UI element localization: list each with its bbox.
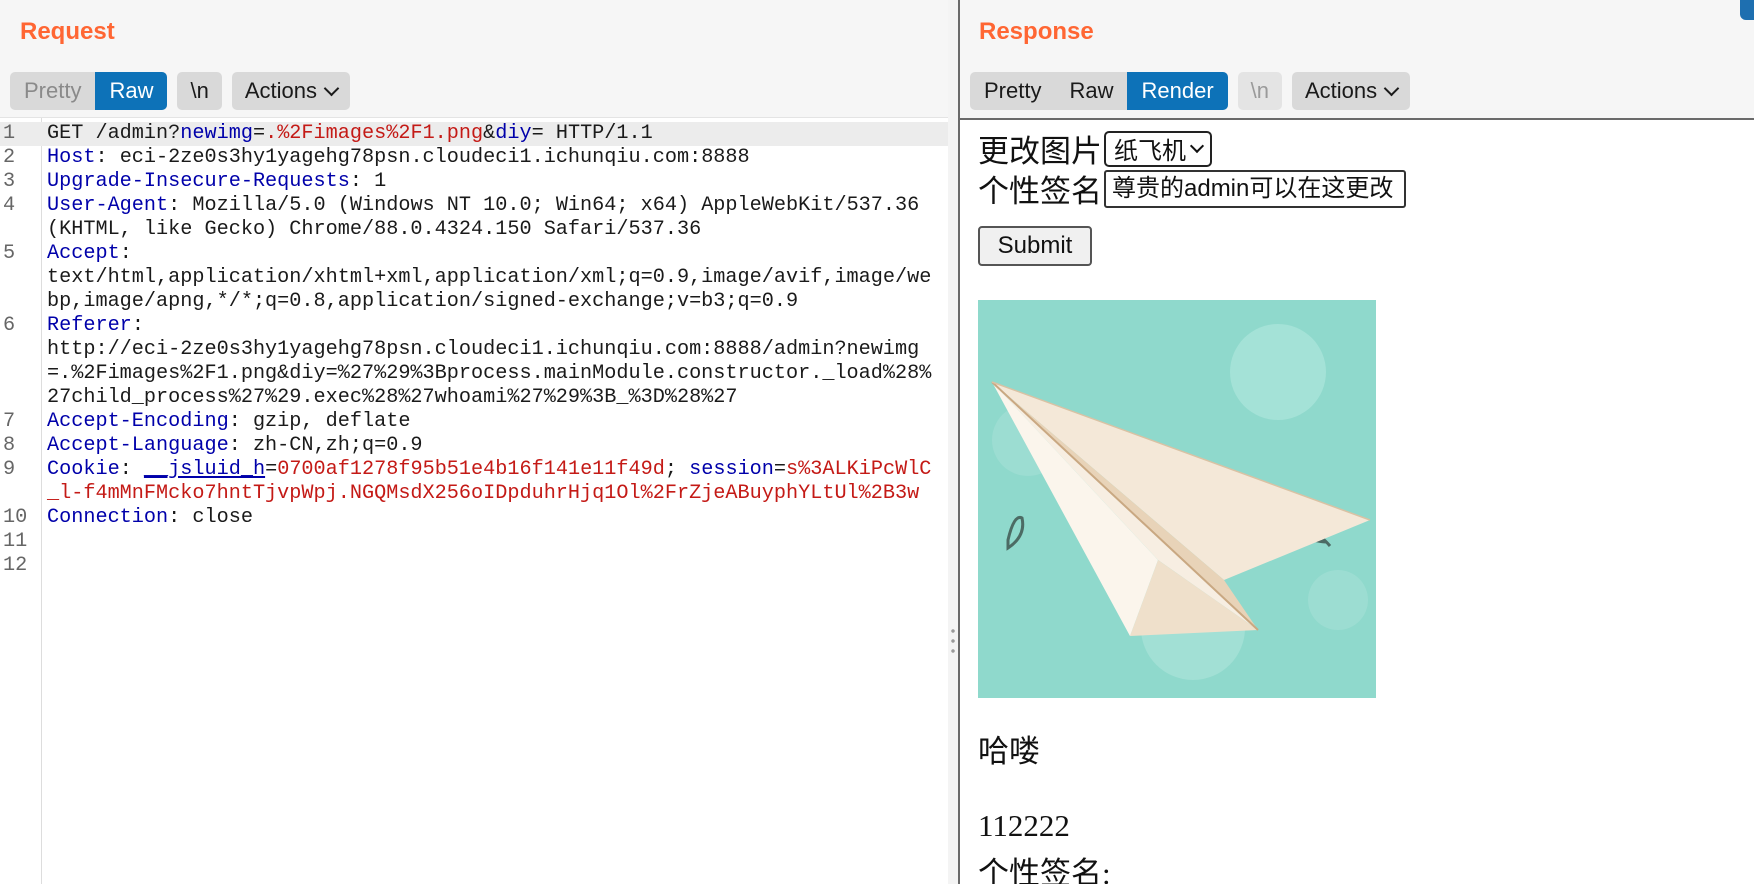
- code-line-11: 11: [0, 530, 948, 554]
- paper-plane-image: [978, 300, 1376, 698]
- request-view-tabs: Pretty Raw: [10, 72, 168, 110]
- request-tab-pretty[interactable]: Pretty: [10, 72, 95, 110]
- signature-input[interactable]: 尊贵的admin可以在这更改: [1104, 169, 1406, 208]
- response-tab-render[interactable]: Render: [1127, 72, 1228, 110]
- header-accept[interactable]: Accept: text/html,application/xhtml+xml,…: [42, 242, 940, 314]
- code-line-2: 2 Host: eci-2ze0s3hy1yagehg78psn.cloudeci…: [0, 146, 948, 170]
- panel-toggle-icon[interactable]: [1740, 0, 1754, 20]
- signature-row: 个性签名 尊贵的admin可以在这更改: [978, 166, 1406, 211]
- request-pane: Request Pretty Raw \n Actions 1 GET /admi…: [0, 0, 948, 884]
- line-number: 7: [3, 410, 16, 433]
- code-line-7: 7 Accept-Encoding: gzip, deflate: [0, 410, 948, 434]
- image-select-label: 更改图片: [978, 134, 1102, 169]
- request-header: Request Pretty Raw \n Actions: [0, 0, 948, 118]
- signature-label: 个性签名: [978, 174, 1102, 209]
- code-line-3: 3 Upgrade-Insecure-Requests: 1: [0, 170, 948, 194]
- response-tab-raw[interactable]: Raw: [1055, 72, 1127, 110]
- code-line-5: 5 Accept: text/html,application/xhtml+xml…: [0, 242, 948, 314]
- submit-button[interactable]: Submit: [978, 226, 1092, 266]
- request-line-text[interactable]: GET /admin?newimg=.%2Fimages%2F1.png&diy…: [42, 122, 940, 146]
- request-tab-raw[interactable]: Raw: [95, 72, 168, 110]
- line-number: 1: [3, 122, 16, 145]
- image-select-value: 纸飞机: [1114, 138, 1186, 165]
- drag-handle-icon[interactable]: [950, 626, 956, 656]
- response-actions-label: Actions: [1305, 78, 1378, 103]
- response-newline-toggle[interactable]: \n: [1237, 72, 1282, 110]
- line-number: 3: [3, 170, 16, 193]
- line-number: 9: [3, 458, 16, 481]
- request-editor[interactable]: 1 GET /admin?newimg=.%2Fimages%2F1.png&di…: [0, 118, 948, 884]
- empty-line[interactable]: [42, 554, 940, 578]
- code-line-9: 9 Cookie: __jsluid_h=0700af1278f95b51e4b1…: [0, 458, 948, 506]
- line-number: 11: [3, 530, 28, 553]
- header-connection[interactable]: Connection: close: [42, 506, 940, 530]
- image-select[interactable]: 纸飞机: [1104, 130, 1212, 167]
- request-title: Request: [20, 18, 115, 45]
- line-number: 5: [3, 242, 16, 265]
- code-line-1: 1 GET /admin?newimg=.%2Fimages%2F1.png&di…: [0, 122, 948, 146]
- request-newline-toggle[interactable]: \n: [177, 72, 222, 110]
- header-user-agent[interactable]: User-Agent: Mozilla/5.0 (Windows NT 10.0…: [42, 194, 940, 242]
- header-accept-encoding[interactable]: Accept-Encoding: gzip, deflate: [42, 410, 940, 434]
- request-actions-menu[interactable]: Actions: [231, 72, 350, 110]
- response-header: Response Pretty Raw Render \n Actions: [960, 0, 1754, 118]
- header-host[interactable]: Host: eci-2ze0s3hy1yagehg78psn.cloudeci1…: [42, 146, 940, 170]
- request-toolbar: Pretty Raw \n Actions: [10, 72, 350, 110]
- code-line-12: 12: [0, 554, 948, 578]
- header-accept-language[interactable]: Accept-Language: zh-CN,zh;q=0.9: [42, 434, 940, 458]
- code-line-4: 4 User-Agent: Mozilla/5.0 (Windows NT 10.…: [0, 194, 948, 242]
- response-tab-pretty[interactable]: Pretty: [970, 72, 1055, 110]
- code-line-6: 6 Referer: http://eci-2ze0s3hy1yagehg78ps…: [0, 314, 948, 410]
- username-text: 112222: [978, 808, 1070, 843]
- request-actions-label: Actions: [244, 78, 317, 103]
- line-number: 12: [3, 554, 28, 577]
- line-number: 10: [3, 506, 28, 529]
- line-number: 4: [3, 194, 16, 217]
- response-toolbar: Pretty Raw Render \n Actions: [970, 72, 1411, 110]
- response-actions-menu[interactable]: Actions: [1292, 72, 1411, 110]
- signature-caption: 个性签名:: [978, 856, 1111, 884]
- empty-line[interactable]: [42, 530, 940, 554]
- code-line-10: 10 Connection: close: [0, 506, 948, 530]
- request-code: 1 GET /admin?newimg=.%2Fimages%2F1.png&di…: [0, 122, 948, 578]
- line-number: 2: [3, 146, 16, 169]
- header-cookie[interactable]: Cookie: __jsluid_h=0700af1278f95b51e4b16…: [42, 458, 940, 506]
- rendered-response: 更改图片 纸飞机 个性签名 尊贵的admin可以在这更改 Submit 哈喽 1…: [960, 118, 1754, 884]
- greeting-text: 哈喽: [978, 734, 1040, 769]
- line-number: 8: [3, 434, 16, 457]
- header-upgrade-insecure[interactable]: Upgrade-Insecure-Requests: 1: [42, 170, 940, 194]
- pane-splitter[interactable]: [948, 0, 958, 884]
- chevron-down-icon: [323, 80, 340, 96]
- response-view-tabs: Pretty Raw Render: [970, 72, 1228, 110]
- chevron-down-icon: [1189, 138, 1205, 153]
- response-title: Response: [979, 18, 1094, 45]
- chevron-down-icon: [1383, 80, 1400, 96]
- response-pane: Response Pretty Raw Render \n Actions 更改…: [958, 0, 1754, 884]
- code-line-8: 8 Accept-Language: zh-CN,zh;q=0.9: [0, 434, 948, 458]
- image-select-row: 更改图片 纸飞机: [978, 126, 1212, 171]
- line-number: 6: [3, 314, 16, 337]
- header-referer[interactable]: Referer: http://eci-2ze0s3hy1yagehg78psn…: [42, 314, 940, 410]
